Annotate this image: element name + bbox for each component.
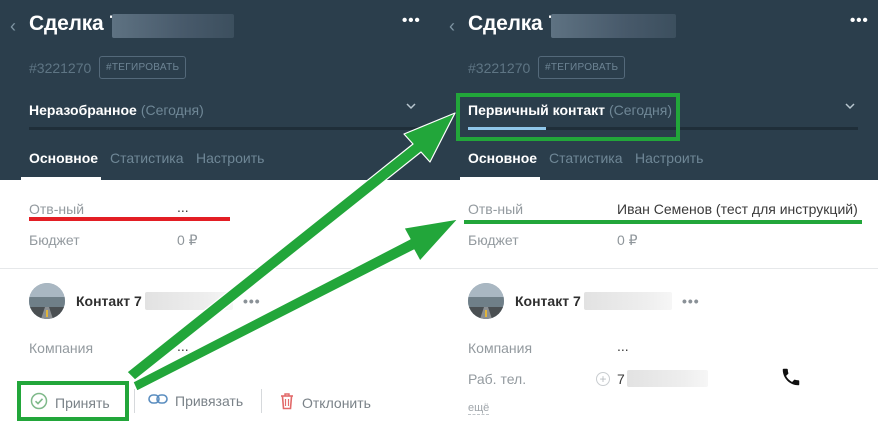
redacted-phone-number	[627, 370, 708, 387]
trash-icon	[279, 392, 295, 413]
more-link[interactable]: ещё	[468, 402, 490, 415]
action-separator	[261, 389, 262, 413]
tab-settings[interactable]: Настроить	[196, 150, 264, 166]
section-divider	[0, 268, 439, 269]
contact-name[interactable]: Контакт 7	[515, 293, 581, 309]
left-panel: ‹ Сделка 7 ••• #3221270 #ТЕГИРОВАТЬ Нера…	[0, 0, 439, 429]
decline-label: Отклонить	[302, 394, 371, 411]
lead-id: #3221270	[468, 60, 531, 76]
redacted-contact-number	[145, 292, 233, 310]
stage-date: (Сегодня)	[140, 102, 204, 118]
accept-highlight	[17, 381, 129, 421]
more-dots-icon[interactable]: •••	[850, 12, 869, 29]
green-underline	[464, 220, 862, 224]
redacted-deal-number	[112, 14, 234, 38]
more-dots-icon[interactable]: •••	[402, 12, 421, 29]
lead-id: #3221270	[29, 60, 92, 76]
phone-icon[interactable]	[780, 366, 802, 393]
company-label: Компания	[468, 340, 533, 356]
tab-settings[interactable]: Настроить	[635, 150, 703, 166]
chevron-down-icon[interactable]	[406, 98, 416, 113]
responsible-label: Отв-ный	[468, 201, 524, 217]
deal-header: ‹ Сделка 7 ••• #3221270 #ТЕГИРОВАТЬ Нера…	[0, 0, 439, 180]
right-panel: ‹ Сделка 7 ••• #3221270 #ТЕГИРОВАТЬ Перв…	[439, 0, 878, 429]
tab-statistics[interactable]: Статистика	[110, 150, 184, 166]
tab-statistics[interactable]: Статистика	[549, 150, 623, 166]
chevron-down-icon[interactable]	[845, 98, 855, 113]
chevron-left-icon[interactable]: ‹	[10, 16, 16, 37]
responsible-value[interactable]: ...	[177, 199, 189, 215]
avatar	[468, 283, 504, 319]
deal-title: Сделка 7	[468, 12, 560, 35]
budget-value[interactable]: 0 ₽	[617, 232, 638, 249]
link-button[interactable]: Привязать	[148, 392, 243, 409]
plus-circle-icon[interactable]: +	[596, 372, 610, 386]
budget-label: Бюджет	[29, 232, 80, 248]
responsible-label: Отв-ный	[29, 201, 85, 217]
budget-label: Бюджет	[468, 232, 519, 248]
tag-button[interactable]: #ТЕГИРОВАТЬ	[538, 56, 626, 79]
tab-main[interactable]: Основное	[468, 150, 537, 166]
tag-button[interactable]: #ТЕГИРОВАТЬ	[99, 56, 187, 79]
redacted-deal-number	[551, 14, 676, 38]
link-label: Привязать	[175, 392, 244, 409]
tab-main[interactable]: Основное	[29, 150, 98, 166]
company-value[interactable]: ...	[177, 338, 189, 354]
company-value[interactable]: ...	[617, 338, 629, 354]
decline-button[interactable]: Отклонить	[279, 392, 371, 413]
section-divider	[439, 268, 878, 269]
link-icon	[148, 392, 168, 409]
phone-value[interactable]: 7	[617, 371, 625, 387]
active-tab-underline	[21, 177, 101, 180]
budget-value[interactable]: 0 ₽	[177, 232, 198, 249]
red-underline	[29, 217, 230, 221]
redacted-contact-number	[584, 292, 672, 310]
pipeline-stage[interactable]: Неразобранное (Сегодня)	[29, 102, 204, 118]
chevron-left-icon[interactable]: ‹	[449, 16, 455, 37]
deal-header: ‹ Сделка 7 ••• #3221270 #ТЕГИРОВАТЬ Перв…	[439, 0, 878, 180]
action-separator	[134, 389, 135, 413]
responsible-value[interactable]: Иван Семенов (тест для инструкций)	[617, 201, 858, 217]
contact-more-icon[interactable]: •••	[682, 293, 700, 309]
avatar	[29, 283, 65, 319]
deal-title: Сделка 7	[29, 12, 121, 35]
stage-progress-track	[29, 127, 419, 130]
stage-name: Неразобранное	[29, 102, 137, 118]
phone-label: Раб. тел.	[468, 371, 527, 387]
contact-name[interactable]: Контакт 7	[76, 293, 142, 309]
contact-more-icon[interactable]: •••	[243, 293, 261, 309]
company-label: Компания	[29, 340, 94, 356]
active-tab-underline	[460, 177, 540, 180]
stage-highlight	[456, 93, 680, 141]
